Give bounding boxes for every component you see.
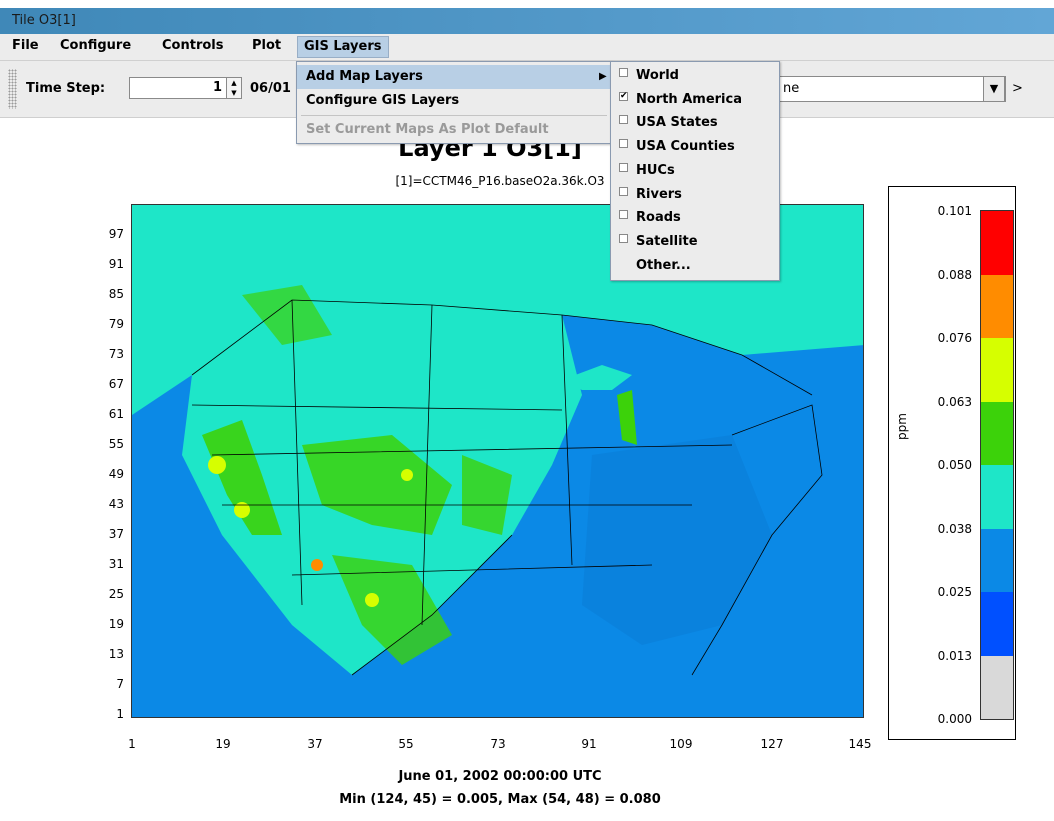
toolbar-more-button[interactable]: > (1012, 81, 1023, 96)
menu-bar: File Configure Controls Plot GIS Layers (0, 34, 1054, 61)
layer-option-satellite[interactable]: Satellite (611, 230, 779, 254)
layer-combo[interactable]: ne (760, 76, 1006, 102)
layer-option-north-america[interactable]: ✔ North America (611, 88, 779, 112)
layer-option-other[interactable]: Other... (611, 254, 779, 278)
legend-segment (981, 401, 1013, 465)
time-step-label: Time Step: (26, 81, 106, 96)
x-tick: 73 (490, 737, 506, 751)
legend-tick: 0.050 (937, 458, 972, 472)
gis-layers-menu: Add Map Layers ▶ Configure GIS Layers Se… (296, 61, 612, 144)
map-graphic (132, 205, 863, 717)
checkbox-icon[interactable] (619, 162, 628, 172)
checkbox-icon[interactable]: ✔ (619, 91, 628, 101)
x-tick: 37 (307, 737, 323, 751)
y-tick: 97 (108, 227, 124, 241)
time-step-spinner[interactable]: ▲ ▼ (226, 77, 242, 99)
y-tick: 61 (108, 407, 124, 421)
layer-option-label: USA States (636, 115, 718, 131)
legend-tick: 0.063 (937, 394, 972, 409)
legend-tick: 0.076 (937, 331, 972, 345)
layer-option-label: Other... (636, 257, 691, 273)
window-title: Tile O3[1] (12, 13, 76, 28)
y-tick: 85 (108, 287, 124, 301)
legend-segment (981, 528, 1013, 592)
y-tick: 31 (108, 557, 124, 571)
layer-option-label: USA Counties (636, 139, 735, 155)
menu-file[interactable]: File (8, 38, 43, 53)
layer-option-label: Rivers (636, 186, 682, 202)
legend-segment (981, 338, 1013, 402)
legend-segment (981, 655, 1013, 719)
x-tick: 91 (581, 737, 597, 751)
concentration-map[interactable] (131, 204, 864, 718)
y-tick: 1 (116, 707, 124, 721)
legend-unit: ppm (895, 413, 909, 440)
layer-option-usa-counties[interactable]: USA Counties (611, 135, 779, 159)
y-tick: 49 (108, 467, 124, 481)
y-tick: 79 (108, 317, 124, 331)
checkbox-icon[interactable] (619, 115, 628, 125)
checkbox-icon[interactable] (619, 139, 628, 149)
checkbox-icon[interactable] (619, 186, 628, 196)
checkbox-icon[interactable] (619, 233, 628, 243)
x-tick: 145 (848, 737, 872, 751)
window-titlebar: Tile O3[1] (0, 8, 1054, 34)
layer-option-rivers[interactable]: Rivers (611, 183, 779, 207)
chevron-down-icon[interactable]: ▼ (983, 76, 1005, 102)
menu-configure[interactable]: Configure (56, 38, 135, 53)
legend-tick: 0.101 (937, 204, 972, 218)
add-map-layers-submenu: World ✔ North America USA States USA Countie… (610, 61, 780, 281)
legend-tick: 0.025 (937, 585, 972, 599)
legend-segment (981, 211, 1013, 275)
menu-item-set-plot-default: Set Current Maps As Plot Default (306, 122, 549, 137)
y-tick: 91 (108, 257, 124, 271)
menu-item-configure-gis-layers[interactable]: Configure GIS Layers (297, 89, 611, 113)
layer-option-label: HUCs (636, 162, 675, 178)
menu-plot[interactable]: Plot (248, 38, 285, 53)
legend-color-bar (980, 210, 1014, 720)
layer-combo-value: ne (783, 81, 800, 96)
x-tick: 127 (760, 737, 784, 751)
date-label: 06/01 (250, 81, 291, 96)
layer-option-label: Satellite (636, 233, 698, 249)
legend-segment (981, 274, 1013, 338)
legend-tick: 0.038 (937, 521, 972, 536)
layer-option-label: World (636, 68, 679, 83)
menu-separator (301, 115, 607, 116)
y-tick: 19 (108, 617, 124, 631)
x-tick: 1 (128, 737, 136, 751)
layer-option-world[interactable]: World (611, 64, 779, 88)
y-tick: 37 (108, 527, 124, 541)
legend-tick: 0.000 (937, 712, 972, 726)
chevron-right-icon: ▶ (599, 71, 607, 82)
menu-item-add-map-layers[interactable]: Add Map Layers ▶ (297, 65, 611, 89)
layer-option-hucs[interactable]: HUCs (611, 159, 779, 183)
y-tick: 7 (116, 677, 124, 691)
layer-option-roads[interactable]: Roads (611, 206, 779, 230)
legend-tick: 0.088 (937, 267, 972, 282)
menu-controls[interactable]: Controls (158, 38, 227, 53)
y-tick: 13 (108, 647, 124, 661)
x-tick: 19 (215, 737, 231, 751)
time-caption: June 01, 2002 00:00:00 UTC (398, 769, 602, 784)
minmax-caption: Min (124, 45) = 0.005, Max (54, 48) = 0.… (339, 792, 661, 807)
y-tick: 67 (108, 377, 124, 391)
toolbar-grip[interactable] (8, 69, 17, 109)
legend-tick: 0.013 (937, 648, 972, 663)
layer-option-label: Roads (636, 210, 681, 226)
checkbox-icon[interactable] (619, 210, 628, 220)
legend-segment (981, 465, 1013, 529)
y-tick: 43 (108, 497, 124, 511)
checkbox-icon[interactable] (619, 68, 628, 77)
y-tick: 25 (108, 587, 124, 601)
time-step-input[interactable]: 1 (129, 77, 227, 99)
layer-option-usa-states[interactable]: USA States (611, 111, 779, 135)
layer-option-label: North America (636, 91, 742, 107)
legend-segment (981, 592, 1013, 656)
y-tick: 55 (108, 437, 124, 451)
menu-gis-layers[interactable]: GIS Layers (297, 36, 389, 58)
x-tick: 109 (669, 737, 693, 751)
x-tick: 55 (398, 737, 414, 751)
y-tick: 73 (108, 347, 124, 361)
